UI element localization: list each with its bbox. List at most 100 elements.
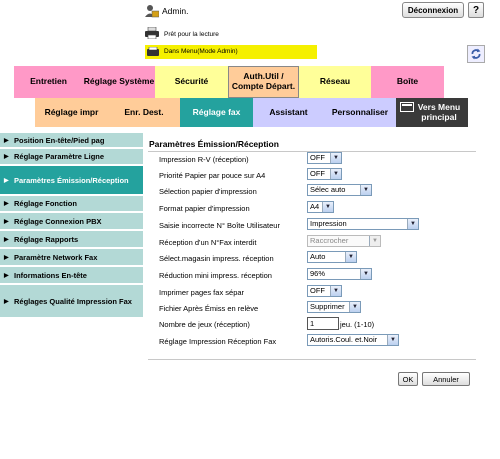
sidebar-item-label: Informations En-tête bbox=[14, 270, 87, 280]
selection-papier-select[interactable]: Sélec auto ▼ bbox=[307, 184, 372, 196]
reglage-impression-select[interactable]: Autoris.Coul. et.Noir ▼ bbox=[307, 334, 399, 346]
admin-user-icon bbox=[145, 5, 159, 18]
reduction-mini-select[interactable]: 96% ▼ bbox=[307, 268, 372, 280]
select-value: OFF bbox=[310, 153, 325, 162]
select-value: Autoris.Coul. et.Noir bbox=[310, 335, 378, 344]
sidebar-item-reglage-rapports[interactable]: ▶ Réglage Rapports bbox=[0, 231, 143, 249]
field-label: Format papier d'impression bbox=[159, 204, 250, 213]
fichier-apres-emiss-select[interactable]: Supprimer ▼ bbox=[307, 301, 361, 313]
arrow-right-icon: ▶ bbox=[4, 154, 9, 160]
chevron-down-icon: ▼ bbox=[369, 236, 380, 246]
field-label: Sélection papier d'impression bbox=[159, 187, 257, 196]
sidebar-item-label: Réglage Rapports bbox=[14, 234, 79, 244]
sidebar-item-qualite-impression[interactable]: ▶ Réglages Qualité Impression Fax bbox=[0, 285, 143, 319]
chevron-down-icon: ▼ bbox=[330, 286, 341, 296]
select-value: Raccrocher bbox=[310, 236, 349, 245]
arrow-right-icon: ▶ bbox=[4, 272, 9, 279]
chevron-down-icon: ▼ bbox=[407, 219, 418, 229]
reception-fax-interdit-select: Raccrocher ▼ bbox=[307, 235, 381, 247]
select-value: A4 bbox=[310, 202, 320, 211]
field-label: Réglage Impression Réception Fax bbox=[159, 337, 277, 346]
sidebar-item-informations-entete[interactable]: ▶ Informations En-tête bbox=[0, 267, 143, 285]
admin-label: Admin. bbox=[162, 6, 189, 16]
arrow-right-icon: ▶ bbox=[4, 298, 9, 305]
nombre-jeux-input[interactable]: 1 bbox=[307, 317, 339, 330]
chevron-down-icon: ▼ bbox=[330, 169, 341, 179]
field-label: Réduction mini impress. réception bbox=[159, 271, 272, 280]
field-label: Saisie incorrecte N° Boîte Utilisateur bbox=[159, 221, 280, 230]
arrow-right-icon: ▶ bbox=[4, 218, 9, 225]
chevron-down-icon: ▼ bbox=[349, 302, 360, 312]
tab-securite[interactable]: Sécurité bbox=[155, 66, 228, 98]
saisie-incorrecte-select[interactable]: Impression ▼ bbox=[307, 218, 419, 230]
field-label: Réception d'un N°Fax interdit bbox=[159, 238, 257, 247]
sidebar-item-reglage-ligne[interactable]: ▶ Réglage Paramètre Ligne bbox=[0, 149, 143, 166]
sidebar-item-label: Paramètres Émission/Réception bbox=[14, 175, 129, 185]
mode-label: Dans Menu(Mode Admin) bbox=[164, 48, 238, 55]
sidebar-item-connexion-pbx[interactable]: ▶ Réglage Connexion PBX bbox=[0, 213, 143, 231]
field-label: Sélect.magasin impress. réception bbox=[159, 254, 274, 263]
arrow-right-icon: ▶ bbox=[4, 254, 9, 261]
refresh-icon[interactable] bbox=[467, 45, 485, 63]
sidebar-item-reglage-fonction[interactable]: ▶ Réglage Fonction bbox=[0, 196, 143, 213]
divider bbox=[148, 359, 476, 360]
chevron-down-icon: ▼ bbox=[345, 252, 356, 262]
arrow-right-icon: ▶ bbox=[4, 201, 9, 207]
arrow-right-icon: ▶ bbox=[4, 177, 9, 184]
sidebar-item-label: Paramètre Network Fax bbox=[14, 252, 98, 262]
select-value: OFF bbox=[310, 286, 325, 295]
tab-assistant[interactable]: Assistant bbox=[253, 98, 324, 127]
impression-rv-select[interactable]: OFF ▼ bbox=[307, 152, 342, 164]
status-label: Prêt pour la lecture bbox=[164, 31, 219, 38]
admin-mode-icon bbox=[147, 47, 159, 56]
logout-button[interactable]: Déconnexion bbox=[402, 2, 464, 18]
arrow-right-icon: ▶ bbox=[4, 137, 9, 144]
select-value: Sélec auto bbox=[310, 185, 346, 194]
chevron-down-icon: ▼ bbox=[387, 335, 398, 345]
select-value: Auto bbox=[310, 252, 326, 261]
arrow-right-icon: ▶ bbox=[4, 236, 9, 243]
printer-icon bbox=[145, 27, 159, 39]
imprimer-pages-select[interactable]: OFF ▼ bbox=[307, 285, 342, 297]
help-button[interactable]: ? bbox=[468, 2, 484, 18]
chevron-down-icon: ▼ bbox=[360, 185, 371, 195]
sidebar-item-label: Réglages Qualité Impression Fax bbox=[14, 296, 132, 306]
field-label: Nombre de jeux (réception) bbox=[159, 320, 250, 329]
sidebar-item-network-fax[interactable]: ▶ Paramètre Network Fax bbox=[0, 249, 143, 267]
select-magasin-select[interactable]: Auto ▼ bbox=[307, 251, 357, 263]
chevron-down-icon: ▼ bbox=[330, 153, 341, 163]
sidebar-item-label: Réglage Paramètre Ligne bbox=[14, 152, 105, 161]
tab-personnaliser[interactable]: Personnaliser bbox=[324, 98, 396, 127]
select-value: 96% bbox=[310, 269, 326, 278]
chevron-down-icon: ▼ bbox=[360, 269, 371, 279]
tab-reglage-systeme[interactable]: Réglage Système bbox=[83, 66, 155, 98]
nombre-jeux-suffix: jeu. (1-10) bbox=[340, 320, 375, 329]
chevron-down-icon: ▼ bbox=[322, 202, 333, 212]
page-title: Paramètres Émission/Réception bbox=[149, 139, 279, 149]
field-label: Imprimer pages fax sépar bbox=[159, 288, 245, 297]
sidebar-item-label: Réglage Fonction bbox=[14, 199, 77, 208]
sidebar-item-label: Réglage Connexion PBX bbox=[14, 216, 102, 226]
tab-enr-dest[interactable]: Enr. Dest. bbox=[108, 98, 180, 127]
tab-reglage-impr[interactable]: Réglage impr bbox=[35, 98, 108, 127]
ok-button[interactable]: OK bbox=[398, 372, 418, 386]
select-value: Impression bbox=[310, 219, 347, 228]
format-papier-select[interactable]: A4 ▼ bbox=[307, 201, 334, 213]
field-label: Fichier Après Émiss en relève bbox=[159, 304, 259, 313]
sidebar-item-label: Position En-tête/Pied pag bbox=[14, 135, 105, 145]
select-value: OFF bbox=[310, 169, 325, 178]
sidebar-item-position-entete[interactable]: ▶ Position En-tête/Pied pag bbox=[0, 133, 143, 149]
tab-reglage-fax[interactable]: Réglage fax bbox=[180, 98, 253, 127]
select-value: Supprimer bbox=[310, 302, 345, 311]
tab-entretien[interactable]: Entretien bbox=[14, 66, 83, 98]
priorite-papier-select[interactable]: OFF ▼ bbox=[307, 168, 342, 180]
tab-auth-util[interactable]: Auth.Util / Compte Départ. bbox=[228, 66, 299, 98]
tab-vers-menu-principal[interactable]: Vers Menu principal bbox=[396, 98, 468, 127]
home-menu-icon bbox=[400, 102, 414, 112]
cancel-button[interactable]: Annuler bbox=[422, 372, 470, 386]
field-label: Priorité Papier par pouce sur A4 bbox=[159, 171, 266, 180]
tab-boite[interactable]: Boîte bbox=[371, 66, 444, 98]
sidebar-item-emission-reception[interactable]: ▶ Paramètres Émission/Réception bbox=[0, 166, 143, 196]
field-label: Impression R-V (réception) bbox=[159, 155, 249, 164]
tab-reseau[interactable]: Réseau bbox=[299, 66, 371, 98]
